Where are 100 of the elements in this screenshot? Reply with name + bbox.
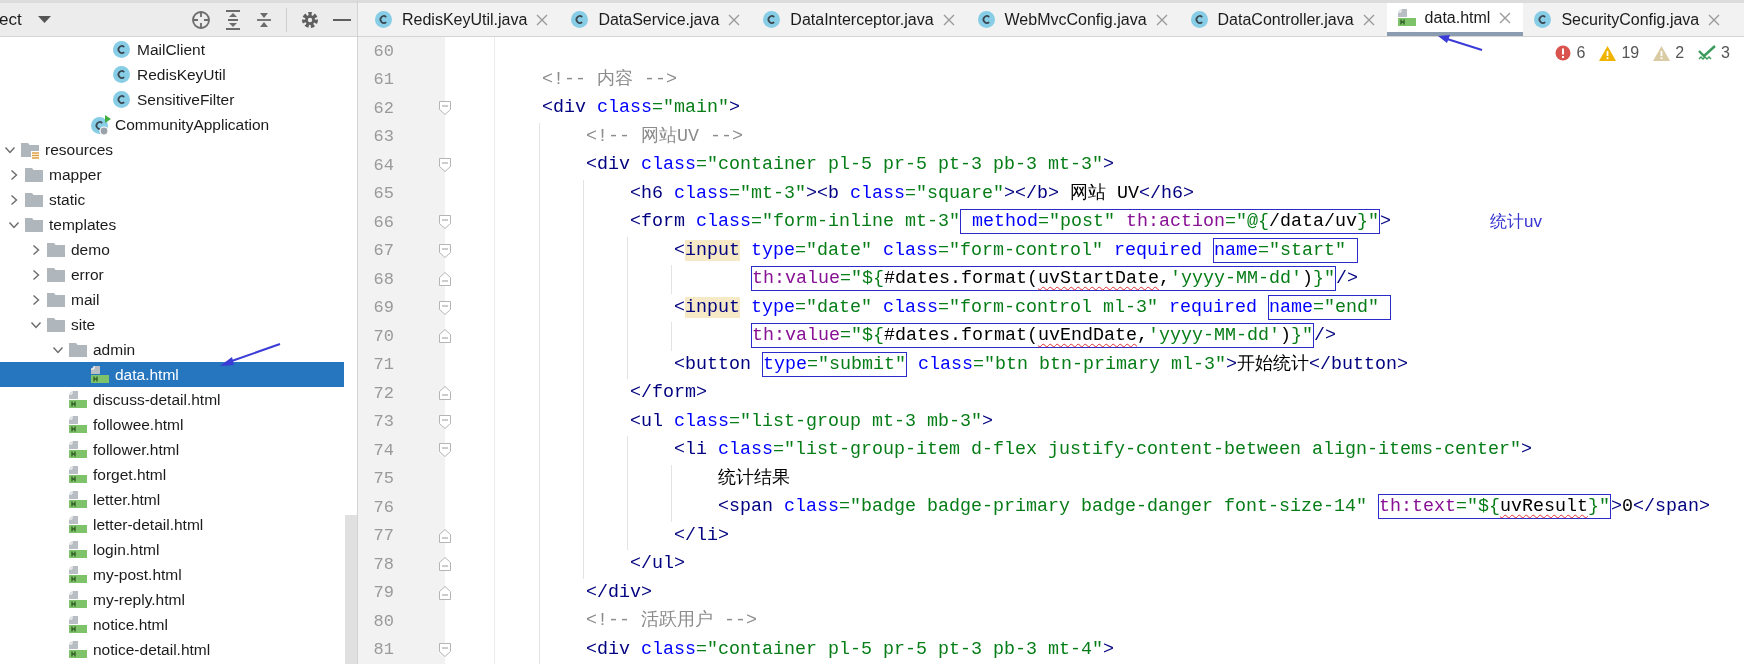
editor-tab[interactable]: DataService.java	[560, 3, 753, 36]
code-text: <button	[674, 353, 752, 375]
editor-tab[interactable]: RedisKeyUtil.java	[364, 3, 561, 36]
resources-folder-icon	[20, 140, 40, 159]
annotation-note: 统计uv	[1490, 211, 1542, 233]
html-file-icon	[68, 590, 87, 609]
code-text: <!-- 网站UV -->	[586, 125, 743, 147]
tree-item[interactable]: error	[0, 262, 344, 287]
editor-tab[interactable]: WebMvcConfig.java	[966, 3, 1180, 36]
inspection-count[interactable]: 19	[1621, 44, 1640, 62]
tree-item[interactable]: discuss-detail.html	[0, 387, 344, 412]
inspection-count[interactable]: 6	[1576, 44, 1586, 62]
locate-icon[interactable]	[191, 9, 211, 30]
close-icon[interactable]	[1155, 13, 1168, 26]
html-file-icon	[68, 515, 87, 534]
annotation-box: th:value="${#dates.format(uvEndDate,'yyyy-MM-dd')}"	[751, 323, 1314, 348]
tree-item[interactable]: my-reply.html	[0, 587, 344, 612]
line-number: 73	[372, 412, 394, 432]
code-text: </li>	[674, 524, 729, 546]
html-file-icon	[68, 415, 87, 434]
inspection-count[interactable]: 3	[1721, 44, 1730, 62]
html-file-icon	[68, 640, 87, 659]
tree-item[interactable]: RedisKeyUtil	[0, 62, 344, 87]
fold-end-icon[interactable]	[439, 528, 451, 543]
editor-tab[interactable]: DataInterceptor.java	[752, 3, 967, 36]
tree-item[interactable]: followee.html	[0, 412, 344, 437]
class-icon	[374, 10, 393, 29]
tree-item[interactable]: letter-detail.html	[0, 512, 344, 537]
code-text: <div class="container pl-5 pr-5 pt-3 pb-3 mt-4">	[586, 638, 1114, 660]
close-icon[interactable]	[942, 13, 955, 26]
close-icon[interactable]	[536, 13, 549, 26]
tree-item[interactable]: my-post.html	[0, 562, 344, 587]
class-icon	[112, 65, 131, 84]
tree-item[interactable]: demo	[0, 237, 344, 262]
code-text: 统计结果	[718, 467, 790, 489]
tree-item[interactable]: forget.html	[0, 462, 344, 487]
application-class-icon	[90, 113, 112, 136]
tree-item[interactable]: admin	[0, 337, 344, 362]
folder-icon	[24, 191, 44, 208]
fold-start-icon[interactable]	[439, 642, 451, 657]
html-file-icon	[1396, 8, 1416, 27]
tree-item[interactable]: templates	[0, 212, 344, 237]
html-file-icon	[68, 440, 87, 459]
fold-end-icon[interactable]	[439, 585, 451, 600]
close-icon[interactable]	[728, 13, 741, 26]
close-icon[interactable]	[1708, 13, 1721, 26]
close-icon[interactable]	[1362, 13, 1375, 26]
fold-start-icon[interactable]	[439, 443, 451, 458]
fold-start-icon[interactable]	[439, 215, 451, 230]
expand-chevron-icon[interactable]	[30, 293, 42, 306]
tree-item[interactable]: notice-detail.html	[0, 637, 344, 662]
close-icon[interactable]	[1499, 11, 1512, 24]
tree-item[interactable]: letter.html	[0, 487, 344, 512]
annotation-box: th:text="${uvResult}"	[1377, 494, 1611, 519]
class-icon	[1533, 10, 1553, 29]
class-icon	[762, 10, 782, 29]
expand-all-icon[interactable]	[224, 9, 242, 30]
expand-chevron-icon[interactable]	[8, 168, 20, 181]
editor-tab[interactable]: SecurityConfig.java	[1523, 3, 1733, 36]
code-text: <div class="container pl-5 pr-5 pt-3 pb-3 mt-3">	[586, 154, 1114, 175]
tree-item[interactable]: notice.html	[0, 612, 344, 637]
code-text: />	[1313, 325, 1336, 346]
fold-start-icon[interactable]	[439, 300, 451, 315]
editor-tab[interactable]: data.html	[1386, 3, 1524, 36]
error-icon	[1555, 45, 1572, 61]
code-text: </ul>	[630, 553, 685, 574]
tree-item[interactable]: login.html	[0, 537, 344, 562]
fold-start-icon[interactable]	[439, 101, 451, 116]
class-icon	[976, 10, 996, 29]
tree-item[interactable]: mapper	[0, 162, 344, 187]
line-number: 61	[372, 70, 394, 90]
tree-item[interactable]: resources	[0, 137, 344, 162]
settings-icon[interactable]	[300, 9, 320, 30]
tree-item[interactable]: mail	[0, 287, 344, 312]
fold-start-icon[interactable]	[439, 414, 451, 429]
tree-item[interactable]: data.html	[0, 362, 344, 387]
folder-icon	[24, 166, 44, 183]
line-number: 72	[372, 383, 394, 403]
scrollbar[interactable]	[345, 515, 357, 664]
tree-item[interactable]: static	[0, 187, 344, 212]
fold-end-icon[interactable]	[439, 557, 451, 572]
tree-item[interactable]: MailClient	[0, 37, 344, 62]
fold-end-icon[interactable]	[439, 386, 451, 401]
line-number: 81	[372, 640, 394, 660]
tree-item[interactable]: follower.html	[0, 437, 344, 462]
tree-item[interactable]: site	[0, 312, 344, 337]
inspection-count[interactable]: 2	[1675, 44, 1685, 62]
tree-item[interactable]: SensitiveFilter	[0, 87, 344, 112]
line-number: 69	[372, 298, 394, 318]
expand-chevron-icon[interactable]	[30, 243, 42, 256]
dropdown-caret-icon[interactable]	[37, 15, 51, 24]
fold-end-icon[interactable]	[439, 329, 451, 344]
expand-chevron-icon[interactable]	[30, 268, 42, 281]
editor-tab[interactable]: DataController.java	[1179, 3, 1387, 36]
tree-item[interactable]: CommunityApplication	[0, 112, 344, 137]
fold-end-icon[interactable]	[439, 272, 451, 287]
code-text: <!-- 活跃用户 -->	[586, 610, 757, 631]
fold-start-icon[interactable]	[439, 158, 451, 173]
expand-chevron-icon[interactable]	[8, 193, 20, 206]
fold-start-icon[interactable]	[439, 243, 451, 258]
